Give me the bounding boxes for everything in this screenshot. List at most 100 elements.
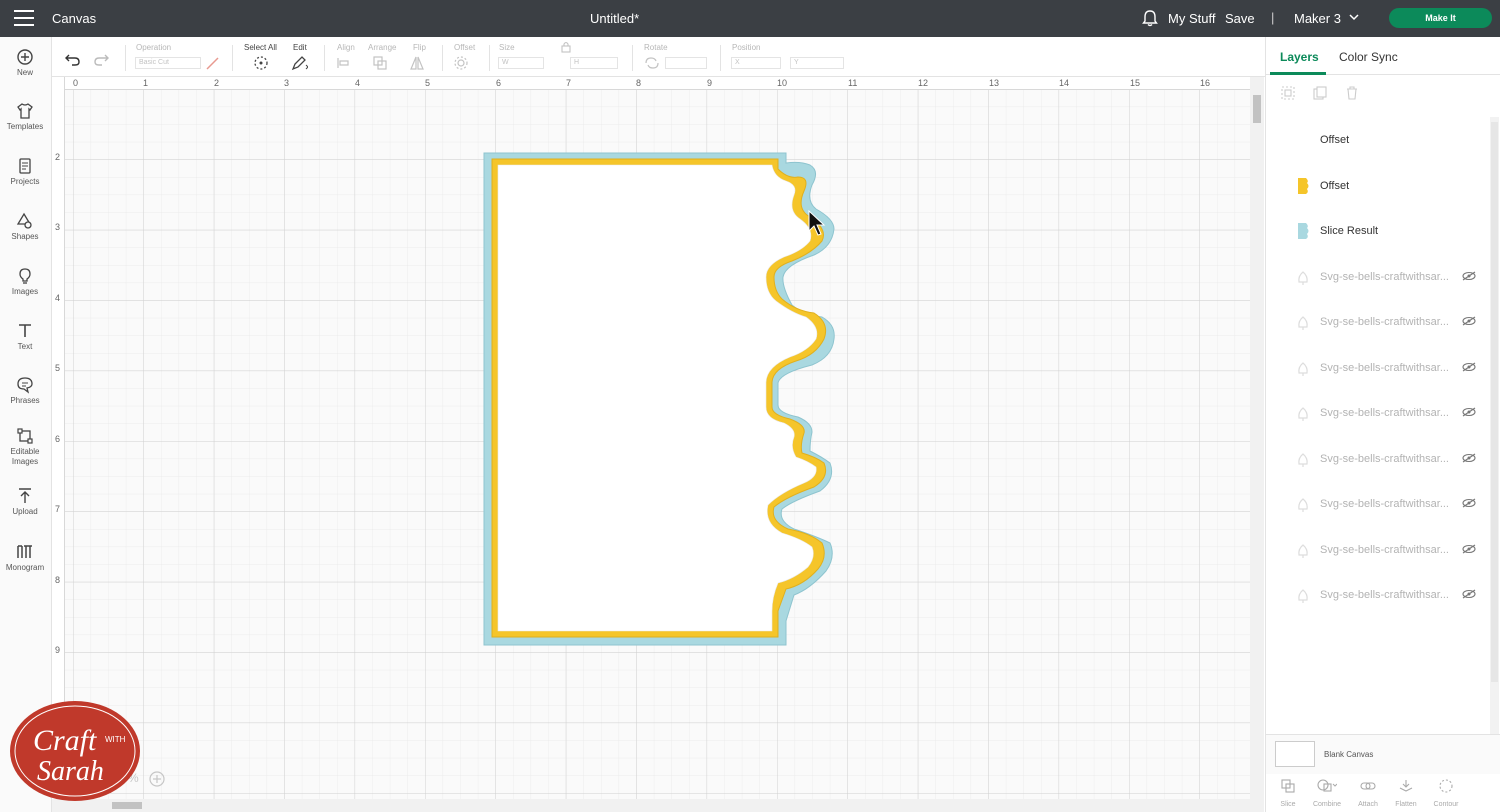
blank-canvas-swatch	[1275, 741, 1315, 767]
height-field[interactable]: H	[570, 57, 618, 69]
shapes-icon	[16, 212, 32, 229]
slice-button[interactable]: Slice	[1269, 778, 1307, 808]
hidden-eye-icon[interactable]	[1462, 589, 1476, 599]
combine-button[interactable]: Combine	[1308, 778, 1346, 808]
upload-icon	[19, 488, 31, 503]
svg-text:Sarah: Sarah	[37, 756, 104, 787]
tab-color-sync[interactable]: Color Sync	[1339, 50, 1398, 64]
group-icon[interactable]	[1280, 85, 1296, 101]
pen-color-icon[interactable]	[204, 55, 222, 71]
toolbar-divider	[442, 45, 443, 71]
hidden-eye-icon[interactable]	[1462, 453, 1476, 463]
design-canvas[interactable]	[52, 77, 1250, 799]
sidebar-item-templates[interactable]: Templates	[0, 102, 50, 132]
layer-row[interactable]: Svg-se-bells-craftwithsar...	[1266, 299, 1488, 343]
svg-text:WITH: WITH	[105, 735, 126, 744]
layer-bottom-actions: Slice Combine Attach Flatten Contour	[1266, 774, 1500, 812]
ruler-label: 2	[214, 78, 220, 88]
ruler-label: 10	[777, 78, 788, 88]
layer-row[interactable]: Svg-se-bells-craftwithsar...	[1266, 527, 1488, 571]
layer-row[interactable]: Svg-se-bells-craftwithsar...	[1266, 481, 1488, 525]
layer-row[interactable]: Svg-se-bells-craftwithsar...	[1266, 436, 1488, 480]
sidebar-item-new[interactable]: New	[0, 48, 50, 78]
my-stuff-link[interactable]: My Stuff	[1168, 11, 1215, 26]
contour-button[interactable]: Contour	[1427, 778, 1465, 808]
layer-row[interactable]: Svg-se-bells-craftwithsar...	[1266, 390, 1488, 434]
hamburger-icon[interactable]	[14, 10, 34, 26]
ruler-label: 8	[55, 575, 61, 585]
select-all-icon[interactable]	[252, 55, 270, 71]
flip-icon[interactable]	[408, 55, 426, 71]
ruler-label: 9	[707, 78, 713, 88]
hidden-eye-icon[interactable]	[1462, 271, 1476, 281]
ruler-label: 0	[73, 78, 79, 88]
sidebar-item-phrases[interactable]: Phrases	[0, 376, 50, 406]
tab-layers[interactable]: Layers	[1280, 50, 1319, 64]
sidebar-item-label: Templates	[6, 122, 44, 131]
sidebar-item-label: Phrases	[10, 396, 40, 405]
bell-icon[interactable]	[1142, 9, 1158, 27]
sidebar-item-projects[interactable]: Projects	[0, 157, 50, 187]
rotate-field[interactable]	[665, 57, 707, 69]
layer-row[interactable]: Svg-se-bells-craftwithsar...	[1266, 345, 1488, 389]
layer-name: Slice Result	[1320, 225, 1379, 237]
delete-icon[interactable]	[1344, 85, 1360, 101]
ruler-label: 14	[1059, 78, 1070, 88]
layer-swatch	[1296, 131, 1310, 149]
undo-icon[interactable]	[64, 51, 82, 67]
ruler-label: 5	[425, 78, 431, 88]
sidebar-item-label: New	[16, 68, 33, 77]
zoom-in-icon[interactable]	[148, 770, 166, 788]
bell-image-icon	[1298, 271, 1308, 285]
hidden-eye-icon[interactable]	[1462, 316, 1476, 326]
rotate-icon[interactable]	[643, 55, 661, 71]
align-icon[interactable]	[336, 55, 354, 71]
layer-row[interactable]: Offset	[1266, 163, 1488, 207]
ruler-label: 6	[496, 78, 502, 88]
y-position-field[interactable]: Y	[790, 57, 844, 69]
sidebar-item-monogram[interactable]: Monogram	[0, 543, 50, 573]
hidden-eye-icon[interactable]	[1462, 498, 1476, 508]
layer-row[interactable]: Offset	[1266, 117, 1488, 161]
save-button[interactable]: Save	[1225, 11, 1255, 26]
width-field[interactable]: W	[498, 57, 544, 69]
bell-image-icon	[1298, 362, 1308, 376]
x-position-field[interactable]: X	[731, 57, 781, 69]
machine-select[interactable]: Maker 3	[1294, 11, 1341, 26]
sidebar-item-images[interactable]: Images	[0, 267, 50, 297]
operation-select[interactable]: Basic Cut	[135, 57, 201, 69]
blank-canvas-row[interactable]: Blank Canvas	[1266, 734, 1500, 774]
layer-row[interactable]: Svg-se-bells-craftwithsar...	[1266, 254, 1488, 298]
layer-name: Svg-se-bells-craftwithsar...	[1320, 453, 1449, 465]
document-title[interactable]: Untitled*	[590, 11, 639, 26]
sidebar-item-shapes[interactable]: Shapes	[0, 212, 50, 242]
redo-icon[interactable]	[92, 51, 110, 67]
layer-row[interactable]: Svg-se-bells-craftwithsar...	[1266, 572, 1488, 616]
ruler-label: 4	[55, 293, 61, 303]
ruler-vertical: 2 3 4 5 6 7 8 9	[52, 77, 65, 799]
hidden-eye-icon[interactable]	[1462, 544, 1476, 554]
duplicate-icon[interactable]	[1312, 85, 1328, 101]
chevron-down-icon[interactable]	[1348, 12, 1360, 22]
make-it-button[interactable]: Make It	[1389, 8, 1492, 28]
lock-icon[interactable]	[560, 41, 572, 53]
flatten-button[interactable]: Flatten	[1387, 778, 1425, 808]
offset-icon[interactable]	[453, 55, 471, 71]
sidebar-item-editable-images[interactable]: Editable Images	[0, 427, 50, 467]
ruler-label: 9	[55, 645, 61, 655]
layers-scrollbar[interactable]	[1490, 117, 1499, 737]
attach-button[interactable]: Attach	[1349, 778, 1387, 808]
edit-pen-icon[interactable]	[290, 55, 308, 71]
horizontal-scrollbar[interactable]	[52, 799, 1264, 812]
layer-swatch	[1298, 178, 1309, 194]
sidebar-item-text[interactable]: Text	[0, 322, 50, 352]
vertical-scrollbar[interactable]	[1250, 77, 1264, 799]
hidden-eye-icon[interactable]	[1462, 362, 1476, 372]
sidebar-item-upload[interactable]: Upload	[0, 487, 50, 517]
editable-images-icon	[17, 428, 33, 444]
hidden-eye-icon[interactable]	[1462, 407, 1476, 417]
arrange-icon[interactable]	[372, 55, 390, 71]
design-shape[interactable]	[52, 77, 1250, 799]
layer-row[interactable]: Slice Result	[1266, 208, 1488, 252]
layer-name: Offset	[1320, 180, 1350, 192]
